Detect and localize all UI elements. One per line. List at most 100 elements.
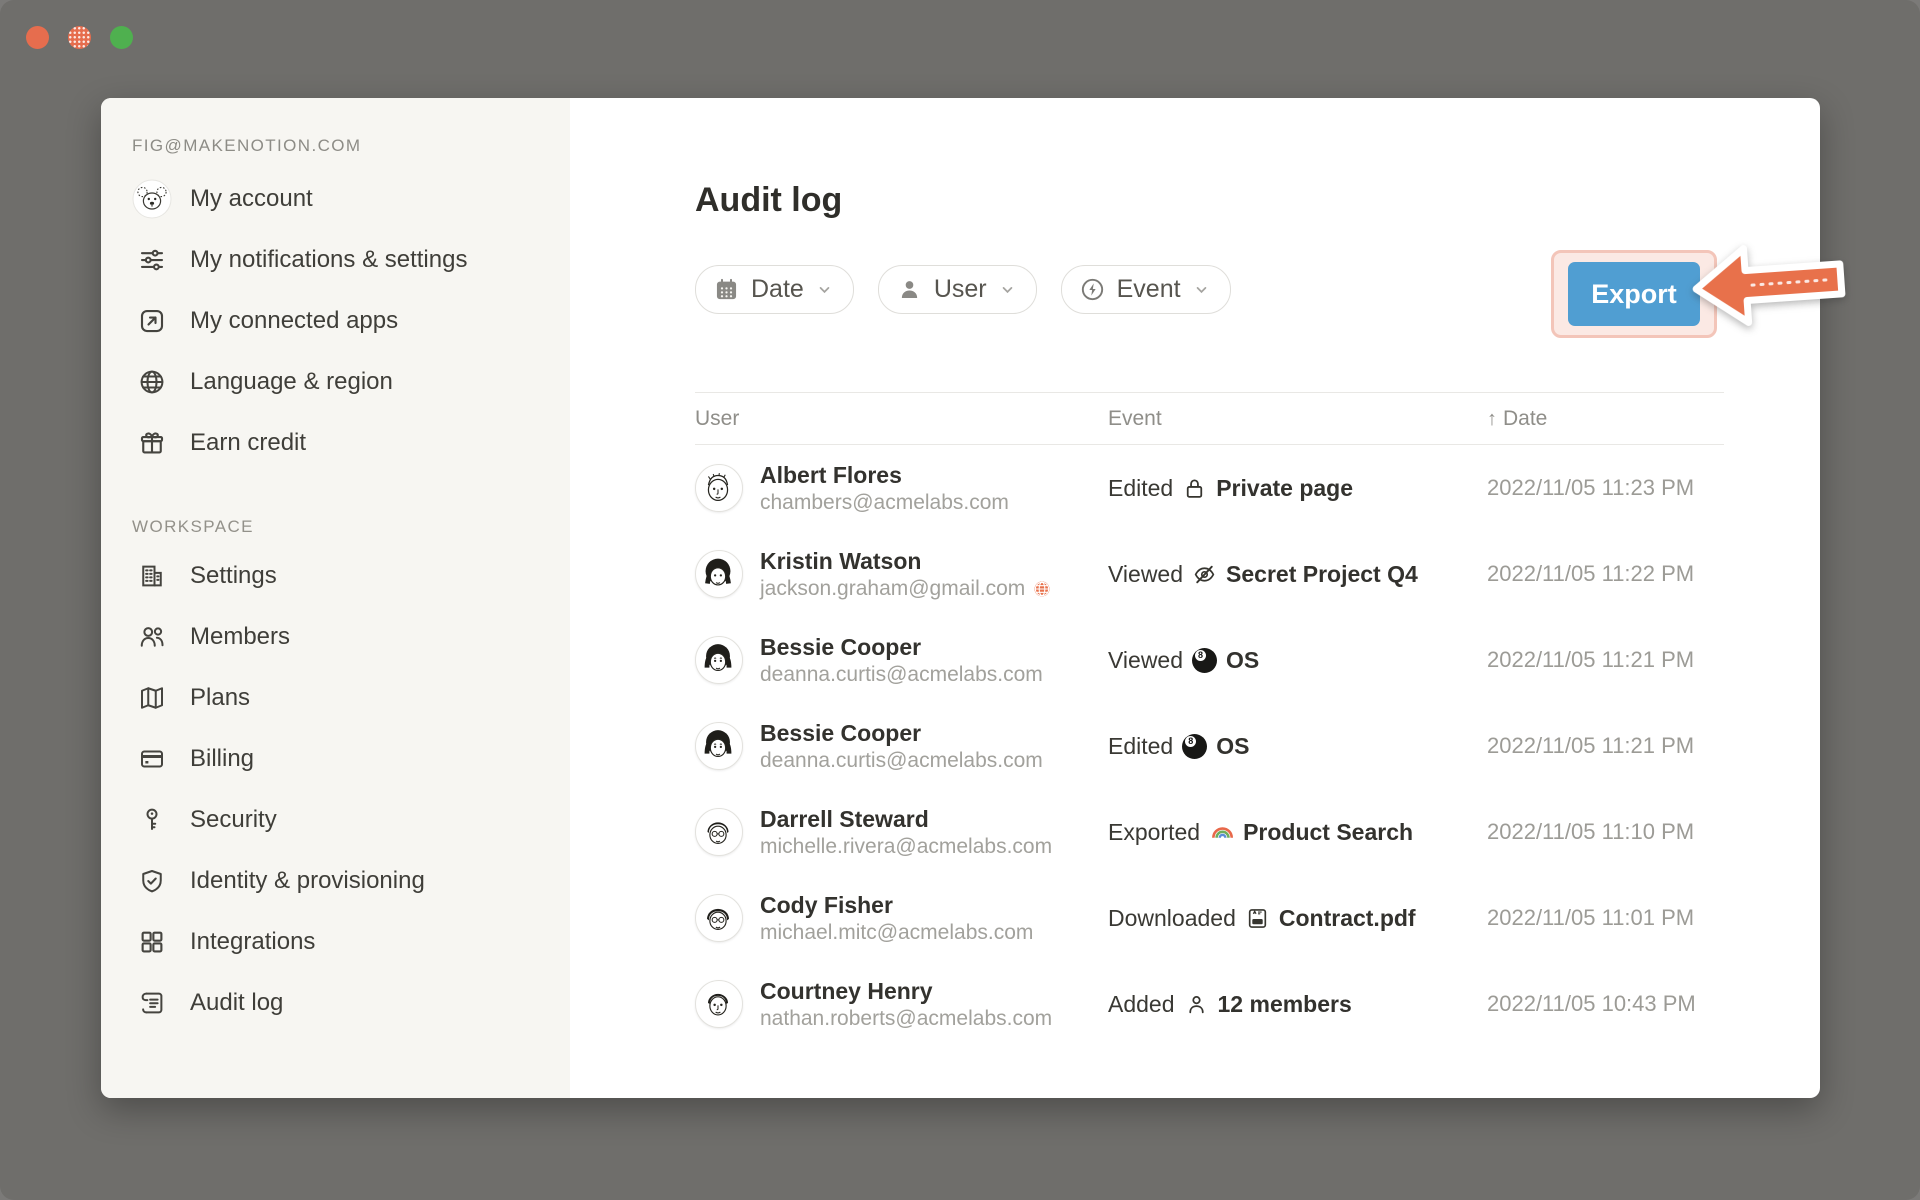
user-column-header[interactable]: User	[695, 407, 1108, 431]
sidebar-item-settings[interactable]: Settings	[132, 545, 570, 606]
export-button[interactable]: Export	[1568, 262, 1700, 326]
calendar-icon	[713, 276, 740, 303]
event-object: Product Search	[1243, 819, 1413, 846]
sidebar-item-identity-provisioning[interactable]: Identity & provisioning	[132, 850, 570, 911]
eight-ball-icon: 8	[1192, 648, 1217, 673]
sidebar-item-my-connected-apps[interactable]: My connected apps	[132, 290, 570, 351]
event-object: OS	[1226, 647, 1259, 674]
document-icon	[1245, 906, 1270, 931]
user-filter-label: User	[934, 275, 987, 304]
avatar	[695, 808, 743, 856]
sidebar-item-security[interactable]: Security	[132, 789, 570, 850]
event-date: 2022/11/05 11:22 PM	[1487, 561, 1724, 587]
event-date: 2022/11/05 11:21 PM	[1487, 647, 1724, 673]
user-name: Albert Flores	[760, 461, 1009, 490]
event-verb: Added	[1108, 991, 1175, 1018]
settings-window: FIG@MAKENOTION.COM My account My notific…	[101, 98, 1820, 1098]
user-email: chambers@acmelabs.com	[760, 490, 1009, 516]
user-email: michael.mitc@acmelabs.com	[760, 920, 1033, 946]
sidebar-item-language-region[interactable]: Language & region	[132, 351, 570, 412]
table-row[interactable]: Bessie Cooper deanna.curtis@acmelabs.com…	[695, 617, 1724, 703]
table-row[interactable]: Cody Fisher michael.mitc@acmelabs.com Do…	[695, 875, 1724, 961]
sidebar-item-label: Earn credit	[190, 429, 306, 457]
user-name: Cody Fisher	[760, 891, 1033, 920]
people-icon	[132, 617, 172, 657]
user-email: deanna.curtis@acmelabs.com	[760, 748, 1043, 774]
sidebar-item-label: Identity & provisioning	[190, 867, 425, 895]
event-cell: Edited 8 OS	[1108, 733, 1487, 760]
chevron-down-icon	[815, 280, 834, 299]
event-column-header[interactable]: Event	[1108, 407, 1487, 431]
date-filter-button[interactable]: Date	[695, 265, 854, 314]
avatar	[695, 550, 743, 598]
user-email: deanna.curtis@acmelabs.com	[760, 662, 1043, 688]
workspace-section-label: WORKSPACE	[132, 517, 570, 537]
sidebar-item-audit-log[interactable]: Audit log	[132, 972, 570, 1033]
sidebar-item-integrations[interactable]: Integrations	[132, 911, 570, 972]
gift-icon	[132, 423, 172, 463]
user-name: Kristin Watson	[760, 547, 1052, 576]
person-icon	[896, 276, 923, 303]
user-email: jackson.graham@gmail.com	[760, 576, 1052, 602]
sidebar-item-my-account[interactable]: My account	[132, 168, 570, 229]
eye-off-icon	[1192, 562, 1217, 587]
minimize-window-button[interactable]	[68, 26, 91, 49]
arrow-annotation-icon	[1685, 229, 1852, 340]
close-window-button[interactable]	[26, 26, 49, 49]
user-email: michelle.rivera@acmelabs.com	[760, 834, 1052, 860]
event-object: 12 members	[1218, 991, 1352, 1018]
table-header-row: User Event ↑Date	[695, 392, 1724, 445]
sidebar-item-members[interactable]: Members	[132, 606, 570, 667]
sidebar-item-label: My account	[190, 185, 313, 213]
map-icon	[132, 678, 172, 718]
event-filter-label: Event	[1117, 275, 1181, 304]
table-row[interactable]: Darrell Steward michelle.rivera@acmelabs…	[695, 789, 1724, 875]
toolbar: Date User Event Export	[695, 250, 1724, 340]
sidebar-item-label: Plans	[190, 684, 250, 712]
date-filter-label: Date	[751, 275, 804, 304]
sidebar-item-label: My notifications & settings	[190, 246, 467, 274]
event-object: Private page	[1216, 475, 1353, 502]
avatar	[695, 722, 743, 770]
sidebar-item-plans[interactable]: Plans	[132, 667, 570, 728]
avatar	[695, 894, 743, 942]
user-name: Bessie Cooper	[760, 719, 1043, 748]
sidebar-item-earn-credit[interactable]: Earn credit	[132, 412, 570, 473]
event-verb: Downloaded	[1108, 905, 1236, 932]
event-verb: Viewed	[1108, 561, 1183, 588]
table-row[interactable]: Bessie Cooper deanna.curtis@acmelabs.com…	[695, 703, 1724, 789]
user-filter-button[interactable]: User	[878, 265, 1037, 314]
table-row[interactable]: Courtney Henry nathan.roberts@acmelabs.c…	[695, 961, 1724, 1047]
filter-bar: Date User Event	[695, 265, 1231, 314]
shield-check-icon	[132, 861, 172, 901]
avatar	[695, 980, 743, 1028]
account-avatar	[132, 179, 172, 219]
event-date: 2022/11/05 11:21 PM	[1487, 733, 1724, 759]
event-object: Contract.pdf	[1279, 905, 1416, 932]
sidebar-item-label: Integrations	[190, 928, 315, 956]
globe-icon	[132, 362, 172, 402]
sidebar-item-label: Billing	[190, 745, 254, 773]
rainbow-icon	[1209, 820, 1234, 845]
sidebar-item-label: Settings	[190, 562, 277, 590]
table-row[interactable]: Albert Flores chambers@acmelabs.com Edit…	[695, 445, 1724, 531]
credit-card-icon	[132, 739, 172, 779]
event-verb: Exported	[1108, 819, 1200, 846]
chevron-down-icon	[998, 280, 1017, 299]
zoom-window-button[interactable]	[110, 26, 133, 49]
event-cell: Edited Private page	[1108, 475, 1487, 502]
event-date: 2022/11/05 11:01 PM	[1487, 905, 1724, 931]
date-column-header[interactable]: ↑Date	[1487, 407, 1724, 431]
grid-icon	[132, 922, 172, 962]
audit-log-content: Audit log Date User Even	[570, 98, 1820, 1098]
sidebar-item-my-notifications-settings[interactable]: My notifications & settings	[132, 229, 570, 290]
event-object: OS	[1216, 733, 1249, 760]
event-filter-button[interactable]: Event	[1061, 265, 1231, 314]
sidebar-item-billing[interactable]: Billing	[132, 728, 570, 789]
user-email: nathan.roberts@acmelabs.com	[760, 1006, 1052, 1032]
event-cell: Viewed Secret Project Q4	[1108, 561, 1487, 588]
eight-ball-icon: 8	[1182, 734, 1207, 759]
table-row[interactable]: Kristin Watson jackson.graham@gmail.com …	[695, 531, 1724, 617]
page-title: Audit log	[695, 182, 1724, 218]
sidebar-item-label: Security	[190, 806, 277, 834]
